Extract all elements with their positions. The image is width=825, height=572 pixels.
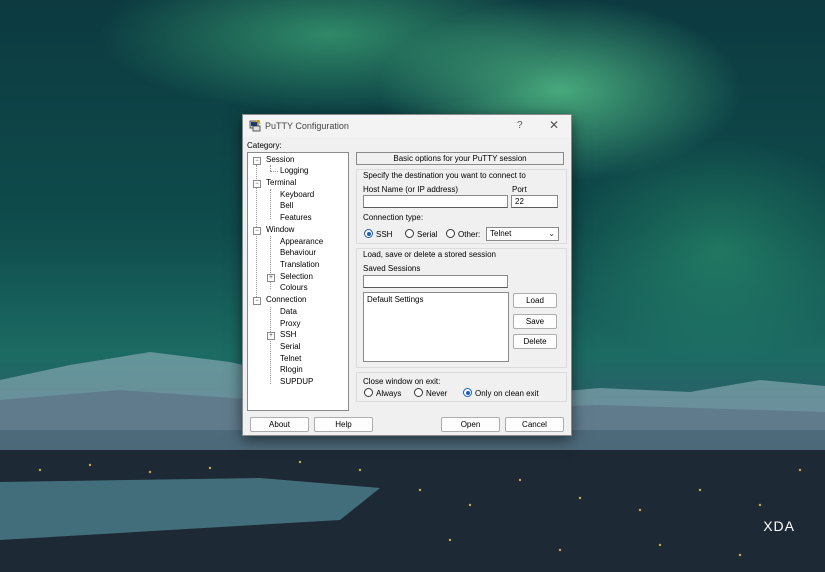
close-always-label[interactable]: Always <box>376 389 401 398</box>
tree-guide <box>270 307 271 384</box>
tree-item-appearance[interactable]: Appearance <box>280 237 323 247</box>
close-on-exit-label: Close window on exit: <box>363 377 441 386</box>
tree-item-logging[interactable]: Logging <box>280 166 308 176</box>
serial-radio[interactable] <box>405 229 414 238</box>
about-button[interactable]: About <box>250 417 309 432</box>
host-name-label: Host Name (or IP address) <box>363 185 458 194</box>
tree-item-translation[interactable]: Translation <box>280 260 319 270</box>
xda-watermark: XDA <box>763 518 795 534</box>
category-tree[interactable]: − Session Logging − Terminal Keyboard Be… <box>247 152 349 411</box>
putty-config-dialog: PuTTY Configuration ? ✕ Category: − Sess… <box>242 114 572 436</box>
tree-item-keyboard[interactable]: Keyboard <box>280 190 314 200</box>
collapse-connection-icon[interactable]: − <box>253 297 261 305</box>
close-button[interactable]: ✕ <box>549 118 559 132</box>
session-list-item[interactable]: Default Settings <box>367 295 423 304</box>
other-protocol-value: Telnet <box>490 229 512 238</box>
tree-item-window[interactable]: Window <box>266 225 294 235</box>
tree-item-rlogin[interactable]: Rlogin <box>280 365 303 375</box>
tree-item-data[interactable]: Data <box>280 307 297 317</box>
other-protocol-select[interactable]: Telnet ⌄ <box>486 227 559 241</box>
tree-item-colours[interactable]: Colours <box>280 283 308 293</box>
collapse-session-icon[interactable]: − <box>253 157 261 165</box>
tree-item-bell[interactable]: Bell <box>280 201 293 211</box>
close-never-radio[interactable] <box>414 388 423 397</box>
putty-app-icon <box>249 120 261 132</box>
host-name-input[interactable] <box>363 195 508 208</box>
collapse-terminal-icon[interactable]: − <box>253 180 261 188</box>
open-button[interactable]: Open <box>441 417 500 432</box>
tree-item-ssh[interactable]: SSH <box>280 330 296 340</box>
port-label: Port <box>512 185 527 194</box>
sessions-list[interactable]: Default Settings <box>363 292 509 362</box>
close-clean-exit-radio[interactable] <box>463 388 472 397</box>
saved-session-input[interactable] <box>363 275 508 288</box>
tree-item-proxy[interactable]: Proxy <box>280 319 300 329</box>
saved-sessions-label: Saved Sessions <box>363 264 421 273</box>
chevron-down-icon: ⌄ <box>548 229 555 238</box>
panel-header: Basic options for your PuTTY session <box>356 152 564 165</box>
tree-item-serial[interactable]: Serial <box>280 342 300 352</box>
other-radio[interactable] <box>446 229 455 238</box>
save-button[interactable]: Save <box>513 314 557 329</box>
expand-selection-icon[interactable]: + <box>267 274 275 282</box>
other-radio-label[interactable]: Other: <box>458 230 480 239</box>
collapse-window-icon[interactable]: − <box>253 227 261 235</box>
title-bar: PuTTY Configuration ? ✕ <box>243 115 571 137</box>
close-always-radio[interactable] <box>364 388 373 397</box>
tree-item-selection[interactable]: Selection <box>280 272 313 282</box>
tree-guide <box>270 189 271 219</box>
tree-item-connection[interactable]: Connection <box>266 295 306 305</box>
load-button[interactable]: Load <box>513 293 557 308</box>
destination-label: Specify the destination you want to conn… <box>363 171 526 180</box>
help-button[interactable]: Help <box>314 417 373 432</box>
tree-item-behaviour[interactable]: Behaviour <box>280 248 316 258</box>
close-clean-exit-label[interactable]: Only on clean exit <box>475 389 539 398</box>
tree-item-terminal[interactable]: Terminal <box>266 178 296 188</box>
cancel-button[interactable]: Cancel <box>505 417 564 432</box>
tree-item-features[interactable]: Features <box>280 213 312 223</box>
delete-button[interactable]: Delete <box>513 334 557 349</box>
port-input[interactable]: 22 <box>511 195 558 208</box>
expand-ssh-icon[interactable]: + <box>267 332 275 340</box>
ssh-radio-label[interactable]: SSH <box>376 230 392 239</box>
help-title-button[interactable]: ? <box>517 120 523 131</box>
connection-type-label: Connection type: <box>363 213 424 222</box>
serial-radio-label[interactable]: Serial <box>417 230 437 239</box>
tree-guide <box>270 171 278 172</box>
tree-item-supdup[interactable]: SUPDUP <box>280 377 313 387</box>
window-title: PuTTY Configuration <box>265 121 349 131</box>
ssh-radio[interactable] <box>364 229 373 238</box>
close-never-label[interactable]: Never <box>426 389 447 398</box>
stored-sessions-label: Load, save or delete a stored session <box>363 250 496 259</box>
category-label: Category: <box>247 141 282 150</box>
tree-item-telnet[interactable]: Telnet <box>280 354 301 364</box>
tree-item-session[interactable]: Session <box>266 155 294 165</box>
